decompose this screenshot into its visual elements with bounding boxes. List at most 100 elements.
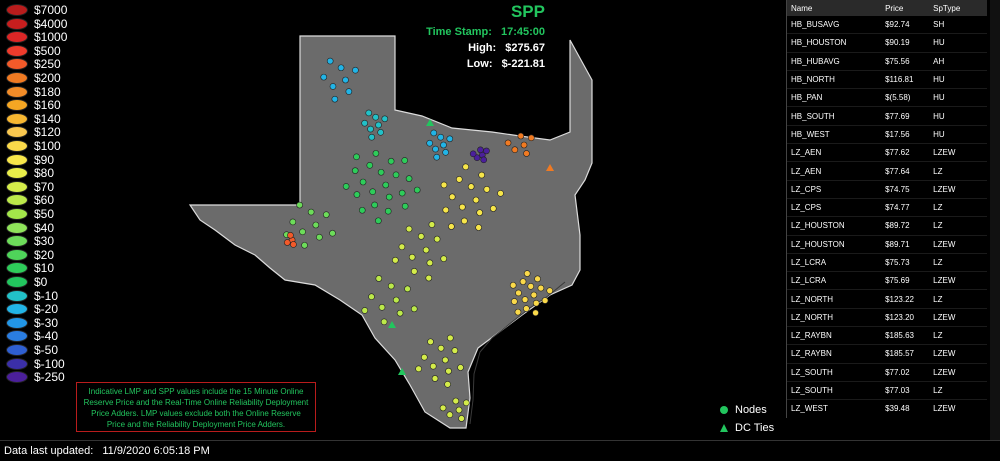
node-marker[interactable] xyxy=(385,193,393,201)
node-marker[interactable] xyxy=(523,150,530,157)
node-marker[interactable] xyxy=(458,415,465,422)
node-marker[interactable] xyxy=(345,88,353,95)
node-marker[interactable] xyxy=(371,201,378,209)
node-marker[interactable] xyxy=(444,380,451,388)
node-marker[interactable] xyxy=(489,205,497,212)
node-marker[interactable] xyxy=(532,299,540,307)
node-marker[interactable] xyxy=(528,134,535,142)
table-row[interactable]: HB_HOUSTON $90.19 HU xyxy=(787,34,987,53)
table-row[interactable]: HB_HUBAVG $75.56 AH xyxy=(787,53,987,71)
node-marker[interactable] xyxy=(366,162,374,169)
node-marker[interactable] xyxy=(398,189,406,197)
node-marker[interactable] xyxy=(437,133,444,141)
table-row[interactable]: LZ_NORTH $123.22 LZ xyxy=(787,290,987,309)
node-marker[interactable] xyxy=(445,367,452,375)
node-marker[interactable] xyxy=(415,365,422,373)
node-marker[interactable] xyxy=(372,113,379,121)
table-row[interactable]: LZ_LCRA $75.73 LZ xyxy=(787,254,987,273)
node-marker[interactable] xyxy=(534,275,541,283)
node-marker[interactable] xyxy=(469,150,477,158)
scrollbar[interactable] xyxy=(990,0,1000,440)
node-marker[interactable] xyxy=(521,296,529,303)
node-marker[interactable] xyxy=(433,153,441,161)
node-marker[interactable] xyxy=(430,129,438,137)
node-marker[interactable] xyxy=(408,253,416,261)
node-marker[interactable] xyxy=(365,109,373,117)
node-marker[interactable] xyxy=(361,307,369,314)
table-row[interactable]: HB_PAN $(5.58) HU xyxy=(787,89,987,108)
node-marker[interactable] xyxy=(428,221,436,228)
node-marker[interactable] xyxy=(375,275,383,282)
node-marker[interactable] xyxy=(287,231,294,239)
node-marker[interactable] xyxy=(432,145,439,153)
node-marker[interactable] xyxy=(426,259,434,267)
node-marker[interactable] xyxy=(322,211,330,218)
column-header-name[interactable]: Name xyxy=(787,4,881,13)
node-marker[interactable] xyxy=(463,399,470,407)
node-marker[interactable] xyxy=(448,193,456,201)
node-marker[interactable] xyxy=(431,375,439,382)
node-marker[interactable] xyxy=(520,141,528,149)
node-marker[interactable] xyxy=(483,186,491,193)
node-marker[interactable] xyxy=(546,287,554,294)
table-row[interactable]: LZ_AEN $77.62 LZEW xyxy=(787,144,987,163)
node-marker[interactable] xyxy=(387,157,395,165)
node-marker[interactable] xyxy=(316,233,323,241)
table-row[interactable]: HB_BUSAVG $92.74 SH xyxy=(787,16,987,35)
node-marker[interactable] xyxy=(342,76,349,84)
node-marker[interactable] xyxy=(352,66,359,74)
node-marker[interactable] xyxy=(377,168,385,176)
node-marker[interactable] xyxy=(448,223,455,230)
node-marker[interactable] xyxy=(511,146,519,154)
node-marker[interactable] xyxy=(405,225,413,233)
node-marker[interactable] xyxy=(440,255,448,262)
node-marker[interactable] xyxy=(532,309,539,317)
node-marker[interactable] xyxy=(437,344,445,352)
node-marker[interactable] xyxy=(326,57,334,65)
table-row[interactable]: LZ_RAYBN $185.57 LZEW xyxy=(787,345,987,364)
node-marker[interactable] xyxy=(442,206,450,214)
node-marker[interactable] xyxy=(289,218,297,226)
node-marker[interactable] xyxy=(452,397,460,405)
node-marker[interactable] xyxy=(410,305,418,313)
node-marker[interactable] xyxy=(541,297,549,304)
texas-map[interactable]: SPP Time Stamp: 17:45:00 High: $275.67 L… xyxy=(140,0,785,440)
node-marker[interactable] xyxy=(401,202,409,210)
node-marker[interactable] xyxy=(331,95,339,103)
column-header-price[interactable]: Price xyxy=(881,4,929,13)
table-row[interactable]: LZ_LCRA $75.69 LZEW xyxy=(787,272,987,291)
node-marker[interactable] xyxy=(515,289,522,297)
node-marker[interactable] xyxy=(517,132,525,140)
node-marker[interactable] xyxy=(375,217,382,225)
node-marker[interactable] xyxy=(377,129,384,136)
node-marker[interactable] xyxy=(401,157,408,164)
node-marker[interactable] xyxy=(392,256,399,264)
node-marker[interactable] xyxy=(384,207,392,215)
node-marker[interactable] xyxy=(514,308,522,316)
table-row[interactable]: HB_NORTH $116.81 HU xyxy=(787,71,987,90)
node-marker[interactable] xyxy=(283,239,291,246)
node-marker[interactable] xyxy=(296,201,303,209)
node-marker[interactable] xyxy=(530,291,538,299)
node-marker[interactable] xyxy=(439,404,447,412)
price-table[interactable]: Name Price SpType HB_BUSAVG $92.74 SH HB_HO… xyxy=(786,0,987,418)
node-marker[interactable] xyxy=(367,125,374,133)
node-marker[interactable] xyxy=(442,149,449,156)
table-row[interactable]: LZ_CPS $74.77 LZ xyxy=(787,199,987,218)
node-marker[interactable] xyxy=(329,83,337,90)
node-marker[interactable] xyxy=(392,296,400,304)
node-marker[interactable] xyxy=(421,353,428,361)
node-marker[interactable] xyxy=(523,270,531,277)
node-marker[interactable] xyxy=(405,175,413,182)
node-marker[interactable] xyxy=(455,176,463,183)
node-marker[interactable] xyxy=(429,362,437,370)
node-marker[interactable] xyxy=(504,139,512,147)
node-marker[interactable] xyxy=(369,188,376,196)
node-marker[interactable] xyxy=(329,229,336,237)
node-marker[interactable] xyxy=(337,64,345,72)
node-marker[interactable] xyxy=(307,208,315,216)
node-marker[interactable] xyxy=(497,189,504,197)
node-marker[interactable] xyxy=(301,241,308,249)
node-marker[interactable] xyxy=(527,283,535,290)
node-marker[interactable] xyxy=(320,73,328,81)
